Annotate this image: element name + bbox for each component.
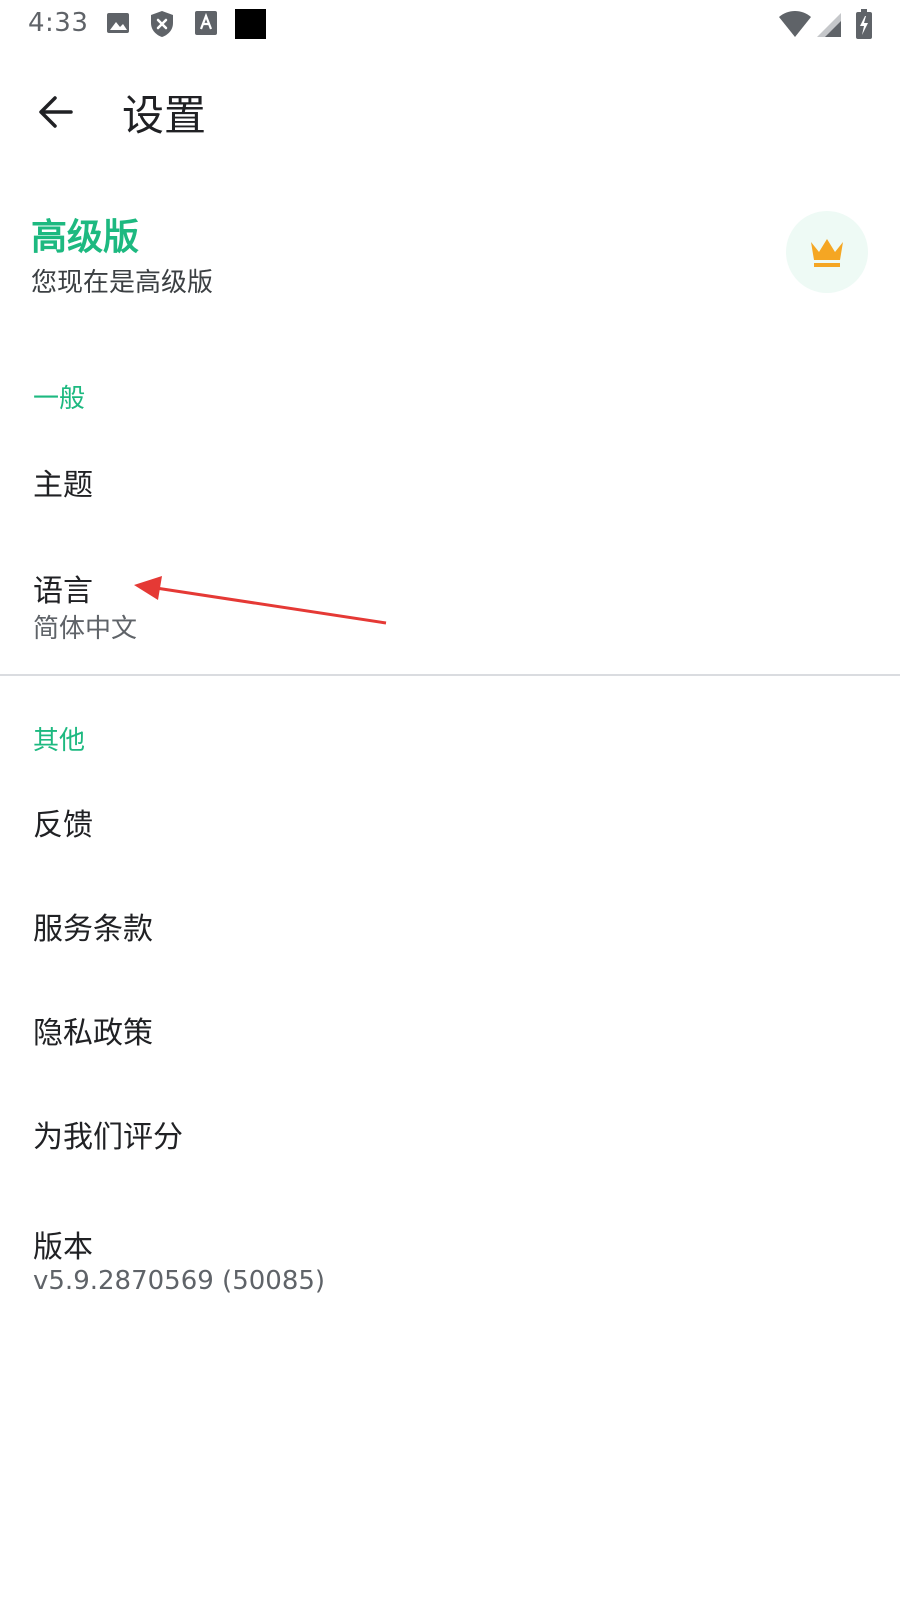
terms-label: 服务条款: [33, 912, 153, 947]
app-bar: 设置: [0, 60, 900, 164]
section-divider: [0, 674, 900, 676]
shield-icon: [151, 11, 173, 37]
version-label: 版本: [33, 1230, 93, 1265]
crown-badge: [786, 211, 868, 293]
privacy-label: 隐私政策: [33, 1016, 153, 1051]
black-square-icon: [235, 9, 266, 39]
signal-icon: [817, 13, 841, 37]
status-time: 4:33: [28, 8, 89, 38]
theme-label: 主题: [33, 468, 93, 503]
crown-icon: [811, 239, 843, 267]
wifi-icon: [779, 11, 811, 37]
language-value: 简体中文: [33, 614, 138, 644]
image-icon: [107, 13, 129, 33]
premium-item[interactable]: 高级版 您现在是高级版: [0, 190, 900, 320]
status-bar: 4:33: [0, 0, 900, 48]
arrow-back-icon: [39, 96, 73, 128]
language-label: 语言: [33, 574, 93, 609]
rate-label: 为我们评分: [33, 1120, 183, 1155]
feedback-label: 反馈: [33, 808, 93, 843]
settings-item-theme[interactable]: 主题: [0, 440, 900, 530]
settings-item-language[interactable]: 语言 简体中文: [0, 548, 900, 658]
section-header-general: 一般: [33, 384, 86, 414]
page-title: 设置: [122, 91, 207, 140]
settings-item-feedback[interactable]: 反馈: [0, 780, 900, 870]
section-header-other: 其他: [33, 726, 86, 756]
battery-charging-icon: [856, 9, 872, 39]
settings-item-rate[interactable]: 为我们评分: [0, 1092, 900, 1182]
premium-title: 高级版: [31, 217, 140, 258]
back-button[interactable]: [24, 80, 88, 144]
settings-item-privacy[interactable]: 隐私政策: [0, 988, 900, 1078]
settings-item-version[interactable]: 版本 v5.9.2870569 (50085): [0, 1206, 900, 1316]
version-value: v5.9.2870569 (50085): [33, 1266, 326, 1296]
settings-item-terms[interactable]: 服务条款: [0, 884, 900, 974]
premium-subtitle: 您现在是高级版: [31, 268, 214, 298]
text-a-icon: [195, 11, 217, 35]
